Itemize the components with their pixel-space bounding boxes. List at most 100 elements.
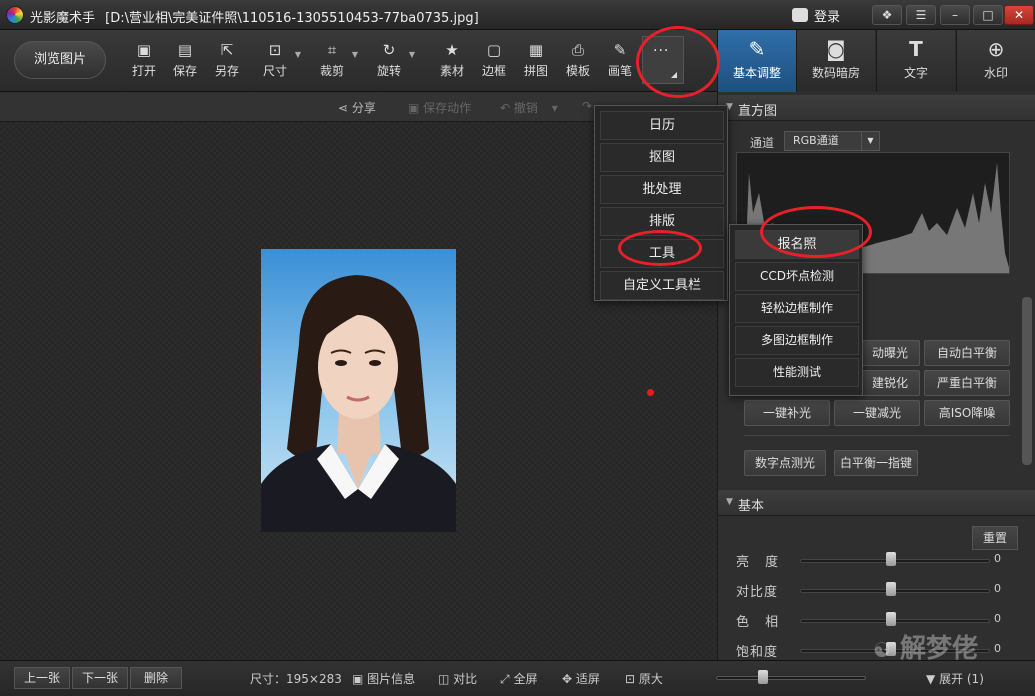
slider-handle[interactable]	[886, 612, 896, 626]
auto-exposure-button[interactable]: 动曝光	[860, 340, 920, 366]
more-icon: ···	[653, 43, 670, 59]
menu-item-cutout[interactable]: 抠图	[600, 143, 724, 172]
tab-basic-adjust[interactable]: ✎ 基本调整	[717, 30, 796, 92]
delete-button[interactable]: 删除	[130, 667, 182, 689]
image-info-button[interactable]: ▣ 图片信息	[352, 670, 415, 687]
compare-button[interactable]: ◫ 对比	[438, 670, 477, 687]
menu-item-performance-test[interactable]: 性能测试	[735, 358, 859, 387]
chevron-down-icon: ▼	[351, 50, 358, 59]
save-icon: ▤	[177, 41, 193, 59]
save-action-button[interactable]: ▣ 保存动作	[408, 99, 471, 116]
menu-item-batch[interactable]: 批处理	[600, 175, 724, 204]
channel-label: 通道	[750, 136, 775, 150]
reduce-light-button[interactable]: 一键减光	[834, 400, 920, 426]
severe-white-balance-button[interactable]: 严重白平衡	[924, 370, 1010, 396]
save-as-button[interactable]: ⇱ 另存	[207, 40, 247, 86]
frame-button[interactable]: ▢ 边框	[474, 40, 514, 86]
adjust-icon: ✎	[748, 37, 766, 61]
app-name: 光影魔术手	[30, 11, 96, 26]
menu-item-easy-frame[interactable]: 轻松边框制作	[735, 294, 859, 323]
menu-button[interactable]: ☰	[906, 5, 936, 25]
zoom-handle[interactable]	[758, 670, 768, 684]
original-size-button[interactable]: ⊡ 原大	[625, 670, 663, 687]
template-button[interactable]: ⎙ 模板	[558, 40, 598, 86]
slider-value: 0	[994, 612, 1001, 625]
share-icon: ⋖	[338, 101, 349, 115]
minimize-button[interactable]: –	[940, 5, 970, 25]
spot-metering-button[interactable]: 数字点测光	[744, 450, 826, 476]
slider-handle[interactable]	[886, 552, 896, 566]
browse-images-button[interactable]: 浏览图片	[14, 41, 106, 79]
reset-button[interactable]: 重置	[972, 526, 1018, 550]
login-label: 登录	[814, 9, 841, 25]
original-size-icon: ⊡	[625, 672, 636, 686]
material-button[interactable]: ★ 素材	[432, 40, 472, 86]
save-as-icon: ⇱	[220, 41, 234, 59]
user-icon	[792, 8, 808, 22]
maximize-button[interactable]: □	[973, 5, 1003, 25]
rotate-button[interactable]: ↻ 旋转 ▼	[369, 40, 415, 86]
basic-section-header[interactable]: ▼ 基本	[718, 490, 1035, 516]
brightness-slider-row: 亮 度 0	[718, 550, 1035, 570]
chevron-down-icon: ▼	[861, 132, 879, 150]
menu-item-calendar[interactable]: 日历	[600, 111, 724, 140]
one-click-sharpen-button[interactable]: 建锐化	[860, 370, 920, 396]
redo-button[interactable]: ↷	[582, 99, 592, 113]
file-path: [D:\营业相\完美证件照\110516-1305510453-77ba0735…	[105, 11, 479, 26]
auto-white-balance-button[interactable]: 自动白平衡	[924, 340, 1010, 366]
collage-icon: ▦	[528, 41, 544, 59]
title-bar: 光影魔术手 [D:\营业相\完美证件照\110516-1305510453-77…	[0, 0, 1035, 30]
brush-icon: ✎	[613, 41, 627, 59]
frame-icon: ▢	[486, 41, 502, 59]
close-button[interactable]: ✕	[1004, 5, 1034, 25]
menu-item-tools[interactable]: 工具	[600, 239, 724, 268]
chevron-down-icon: ▼	[408, 50, 415, 59]
tab-watermark[interactable]: ⊕ 水印	[956, 30, 1035, 92]
hue-slider-row: 色 相 0	[718, 610, 1035, 630]
skin-button[interactable]: ❖	[872, 5, 902, 25]
watermark-icon: ⊕	[987, 37, 1005, 61]
prev-image-button[interactable]: 上一张	[14, 667, 70, 689]
menu-item-customize-toolbar[interactable]: 自定义工具栏	[600, 271, 724, 300]
expand-corner-icon	[671, 72, 677, 78]
crop-button[interactable]: ⌗ 裁剪 ▼	[312, 40, 358, 86]
share-button[interactable]: ⋖ 分享	[338, 99, 376, 116]
slider-label: 色 相	[736, 615, 785, 630]
crop-icon: ⌗	[327, 41, 337, 59]
undo-button[interactable]: ↶ 撤销 ▾	[500, 99, 558, 116]
chevron-down-icon: ▾	[551, 101, 558, 115]
menu-item-application-photo[interactable]: 报名照	[735, 230, 859, 259]
resize-button[interactable]: ⊡ 尺寸 ▼	[255, 40, 301, 86]
undo-icon: ↶	[500, 101, 511, 115]
tools-submenu: 报名照 CCD坏点检测 轻松边框制作 多图边框制作 性能测试	[729, 224, 863, 396]
next-image-button[interactable]: 下一张	[72, 667, 128, 689]
menu-item-layout[interactable]: 排版	[600, 207, 724, 236]
histogram-section-header[interactable]: ▼ 直方图	[718, 95, 1035, 121]
fit-screen-button[interactable]: ✥ 适屏	[562, 670, 600, 687]
slider-handle[interactable]	[886, 582, 896, 596]
fullscreen-button[interactable]: ⤢ 全屏	[500, 670, 537, 687]
open-button[interactable]: ▣ 打开	[124, 40, 164, 86]
open-image-icon: ▣	[136, 41, 152, 59]
tab-digital-darkroom[interactable]: ◙ 数码暗房	[796, 30, 875, 92]
tab-text[interactable]: T 文字	[876, 30, 955, 92]
more-tools-button[interactable]: ···	[642, 36, 684, 84]
marker-dot	[647, 389, 654, 396]
compare-icon: ◫	[438, 672, 450, 686]
white-balance-pick-button[interactable]: 白平衡一指键	[834, 450, 918, 476]
more-tools-menu: 日历 抠图 批处理 排版 工具 自定义工具栏	[594, 105, 728, 301]
save-button[interactable]: ▤ 保存	[165, 40, 205, 86]
menu-item-ccd-check[interactable]: CCD坏点检测	[735, 262, 859, 291]
menu-item-multi-frame[interactable]: 多图边框制作	[735, 326, 859, 355]
collage-button[interactable]: ▦ 拼图	[516, 40, 556, 86]
brush-button[interactable]: ✎ 画笔	[600, 40, 640, 86]
channel-select[interactable]: RGB通道 ▼	[784, 131, 880, 151]
fill-light-button[interactable]: 一键补光	[744, 400, 830, 426]
app-logo-icon	[6, 6, 24, 24]
iso-denoise-button[interactable]: 高ISO降噪	[924, 400, 1010, 426]
panel-scrollbar[interactable]	[1022, 297, 1032, 465]
login-button[interactable]: 登录	[792, 5, 840, 25]
darkroom-icon: ◙	[826, 37, 846, 61]
contrast-slider-row: 对比度 0	[718, 580, 1035, 600]
zoom-slider[interactable]	[716, 676, 866, 680]
